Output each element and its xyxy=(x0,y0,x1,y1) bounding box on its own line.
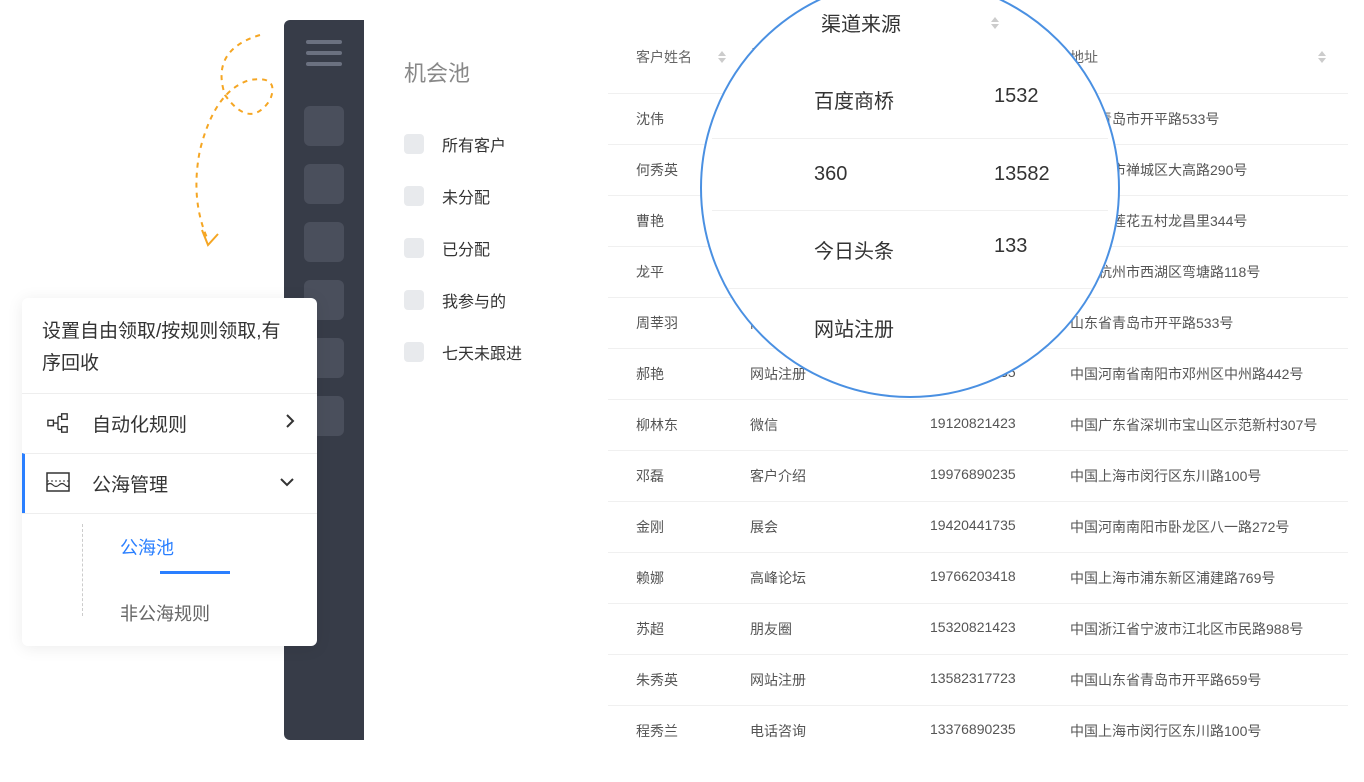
chevron-right-icon xyxy=(285,413,295,434)
table-row[interactable]: 赖娜高峰论坛19766203418中国上海市浦东新区浦建路769号 xyxy=(608,553,1348,604)
table-row[interactable]: 邓磊客户介绍19976890235中国上海市闵行区东川路100号 xyxy=(608,451,1348,502)
chevron-down-icon xyxy=(279,474,295,492)
table-row[interactable]: 程秀兰电话咨询13376890235中国上海市闵行区东川路100号 xyxy=(608,706,1348,740)
cell-name: 邓磊 xyxy=(608,451,738,501)
checkbox-icon xyxy=(404,238,424,258)
cell-name: 程秀兰 xyxy=(608,706,738,740)
hamburger-icon[interactable] xyxy=(306,40,342,66)
workflow-icon xyxy=(44,411,72,435)
cell-phone: 13582317723 xyxy=(918,655,1058,705)
filter-unassigned[interactable]: 未分配 xyxy=(364,170,608,222)
pool-icon xyxy=(44,471,72,495)
cell-name: 柳林东 xyxy=(608,400,738,450)
cell-channel: 网站注册 xyxy=(738,655,918,705)
sidebar-nav-item[interactable] xyxy=(304,164,344,204)
filter-assigned[interactable]: 已分配 xyxy=(364,222,608,274)
cell-phone: 19120821423 xyxy=(918,400,1058,450)
filter-participated[interactable]: 我参与的 xyxy=(364,274,608,326)
cell-address: 中国山东省青岛市开平路659号 xyxy=(1058,655,1338,705)
settings-card: 设置自由领取/按规则领取,有序回收 自动化规则 公海管理 公海池 非公海规则 xyxy=(22,298,317,646)
sub-pool[interactable]: 公海池 xyxy=(62,514,317,580)
mag-value: 133 xyxy=(994,235,1094,264)
table-row[interactable]: 柳林东微信19120821423中国广东省深圳市宝山区示范新村307号 xyxy=(608,400,1348,451)
checkbox-icon xyxy=(404,186,424,206)
cell-address: 中国河南南阳市卧龙区八一路272号 xyxy=(1058,502,1338,552)
sub-non-rule[interactable]: 非公海规则 xyxy=(62,580,317,646)
mag-value: 1532 xyxy=(994,85,1094,114)
mag-value: 13582 xyxy=(994,163,1094,186)
mag-channel: 百度商桥 xyxy=(814,85,994,114)
filter-all-customers[interactable]: 所有客户 xyxy=(364,118,608,170)
checkbox-icon xyxy=(404,134,424,154)
settings-description: 设置自由领取/按规则领取,有序回收 xyxy=(22,316,317,393)
cell-address: 山东省青岛市开平路533号 xyxy=(1058,298,1338,348)
magnifier-row: 今日头条133 xyxy=(702,211,1118,288)
cell-name: 周莘羽 xyxy=(608,298,738,348)
cell-address: 中国上海市闵行区东川路100号 xyxy=(1058,451,1338,501)
sort-icon xyxy=(991,17,999,29)
cell-name: 赖娜 xyxy=(608,553,738,603)
sort-icon xyxy=(718,51,726,63)
mag-channel: 网站注册 xyxy=(814,313,994,342)
th-address[interactable]: 地址 xyxy=(1058,20,1338,93)
magnifier-row: 百度商桥1532 xyxy=(702,61,1118,138)
cell-channel: 电话咨询 xyxy=(738,706,918,740)
cell-phone: 19976890235 xyxy=(918,451,1058,501)
public-pool-label: 公海管理 xyxy=(92,470,168,497)
automation-rule-item[interactable]: 自动化规则 xyxy=(22,393,317,453)
cell-channel: 朋友圈 xyxy=(738,604,918,654)
cell-name: 苏超 xyxy=(608,604,738,654)
cell-address: 中国浙江省宁波市江北区市民路988号 xyxy=(1058,604,1338,654)
checkbox-icon xyxy=(404,290,424,310)
cell-phone: 19766203418 xyxy=(918,553,1058,603)
sidebar-nav-item[interactable] xyxy=(304,222,344,262)
filter-title: 机会池 xyxy=(364,56,608,88)
cell-channel: 客户介绍 xyxy=(738,451,918,501)
cell-address: 中国上海市浦东新区浦建路769号 xyxy=(1058,553,1338,603)
table-row[interactable]: 朱秀英网站注册13582317723中国山东省青岛市开平路659号 xyxy=(608,655,1348,706)
sort-icon xyxy=(1318,51,1326,63)
cell-channel: 高峰论坛 xyxy=(738,553,918,603)
cell-name: 郝艳 xyxy=(608,349,738,399)
cell-address: 中国上海市闵行区东川路100号 xyxy=(1058,706,1338,740)
cell-channel: 展会 xyxy=(738,502,918,552)
th-name[interactable]: 客户姓名 xyxy=(608,20,738,93)
cell-channel: 微信 xyxy=(738,400,918,450)
cell-phone: 13376890235 xyxy=(918,706,1058,740)
magnifier-row: 36013582 xyxy=(702,139,1118,210)
sidebar-nav-item[interactable] xyxy=(304,106,344,146)
checkbox-icon xyxy=(404,342,424,362)
cell-address: 中国河南省南阳市邓州区中州路442号 xyxy=(1058,349,1338,399)
cell-address: 中国广东省深圳市宝山区示范新村307号 xyxy=(1058,400,1338,450)
cell-phone: 19420441735 xyxy=(918,502,1058,552)
table-row[interactable]: 金刚展会19420441735中国河南南阳市卧龙区八一路272号 xyxy=(608,502,1348,553)
cell-name: 朱秀英 xyxy=(608,655,738,705)
automation-rule-label: 自动化规则 xyxy=(92,410,187,437)
magnifier-header: 渠道来源 xyxy=(821,8,999,37)
filter-seven-days[interactable]: 七天未跟进 xyxy=(364,326,608,378)
mag-channel: 今日头条 xyxy=(814,235,994,264)
public-pool-subitems: 公海池 非公海规则 xyxy=(22,513,317,646)
cell-phone: 15320821423 xyxy=(918,604,1058,654)
filter-sidebar: 机会池 所有客户 未分配 已分配 我参与的 七天未跟进 xyxy=(364,20,608,740)
table-row[interactable]: 苏超朋友圈15320821423中国浙江省宁波市江北区市民路988号 xyxy=(608,604,1348,655)
mag-channel: 360 xyxy=(814,163,994,186)
public-pool-item[interactable]: 公海管理 xyxy=(22,453,317,513)
cell-name: 金刚 xyxy=(608,502,738,552)
